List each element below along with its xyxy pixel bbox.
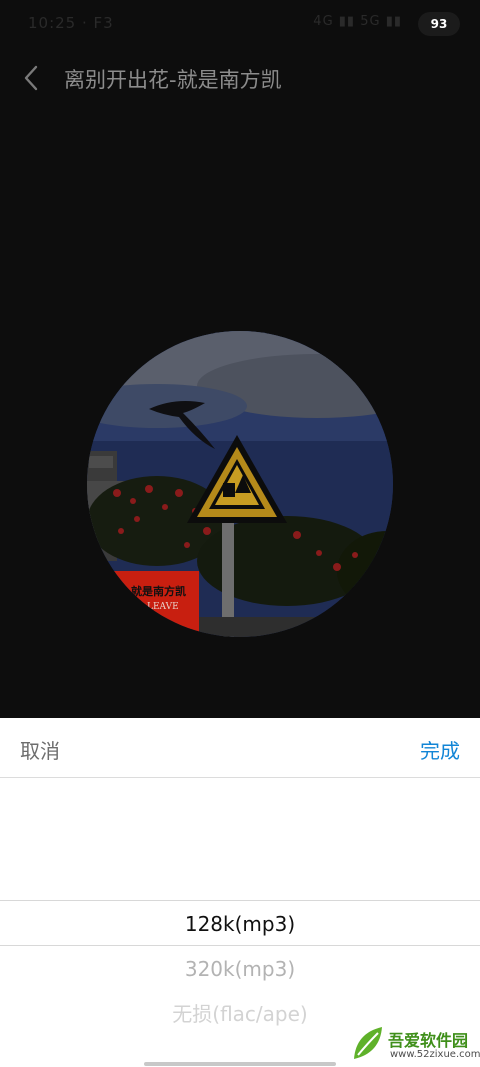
cover-text-en: LEAVE	[147, 602, 179, 612]
header: 离别开出花-就是南方凯	[0, 50, 480, 106]
done-button[interactable]: 完成	[420, 735, 460, 764]
signal-icon: 4G ▮▮ 5G ▮▮	[313, 14, 402, 29]
leaf-logo-icon	[354, 1027, 382, 1059]
status-bar: 10:25 · F3 4G ▮▮ 5G ▮▮ 93	[0, 0, 480, 50]
album-cover-image: 就是南方凯 LEAVE	[87, 331, 393, 637]
option-320k[interactable]: 320k(mp3)	[0, 947, 480, 991]
watermark-title: 吾爱软件园	[388, 1031, 469, 1050]
watermark: 吾爱软件园 www.52zixue.com	[350, 1013, 480, 1065]
cover-text-cn: 就是南方凯	[131, 584, 186, 598]
status-time: 10:25 · F3	[28, 14, 114, 32]
watermark-url: www.52zixue.com	[390, 1049, 480, 1060]
picker-divider-top	[0, 900, 480, 901]
picker-divider-bottom	[0, 945, 480, 946]
page-title: 离别开出花-就是南方凯	[64, 68, 282, 92]
screen: 10:25 · F3 4G ▮▮ 5G ▮▮ 93 离别开出花-就是南方凯 就是…	[0, 0, 480, 1067]
cancel-button[interactable]: 取消	[20, 735, 60, 764]
battery-icon: 93	[418, 12, 460, 36]
home-indicator[interactable]	[144, 1062, 336, 1066]
back-button[interactable]	[16, 62, 48, 94]
option-128k[interactable]: 128k(mp3)	[0, 902, 480, 946]
sheet-header: 取消 完成	[0, 718, 480, 778]
back-arrow-icon	[24, 65, 38, 91]
album-art: 就是南方凯 LEAVE	[87, 331, 393, 637]
